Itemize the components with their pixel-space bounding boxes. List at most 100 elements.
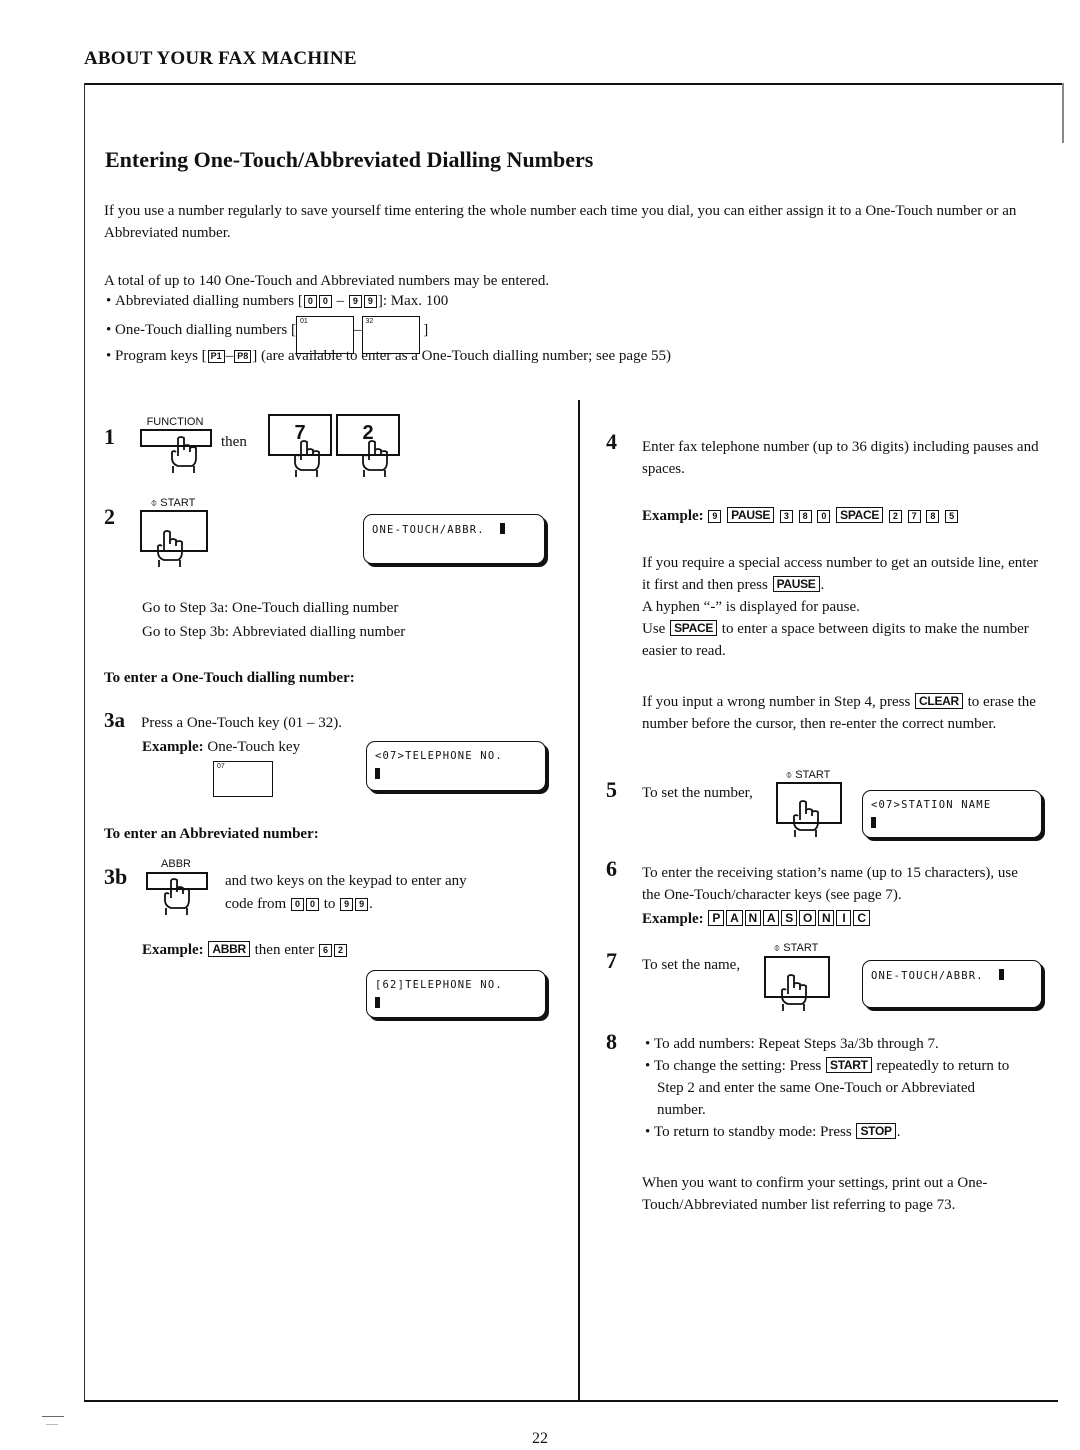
lcd-cursor [499,523,505,534]
step-4-example: Example: 9 PAUSE 3 8 0 SPACE 2 7 8 5 [642,505,959,527]
intro-paragraph: If you use a number regularly to save yo… [104,203,1017,241]
lcd-text: <07>TELEPHONE NO. [375,750,503,762]
onetouch-key-07[interactable]: 07 [213,761,273,797]
key-9: 9 [708,510,722,523]
key-c: C [853,910,870,926]
step-3a-text: Press a One-Touch key (01 – 32). [141,715,342,731]
key-2: 2 [888,510,902,523]
pressing-hand-icon [157,530,183,567]
lcd-text: [62]TELEPHONE NO. [375,979,503,991]
scan-artifact [42,1416,64,1417]
step-6-number: 6 [606,856,617,881]
step-3b-number: 3b [104,864,128,889]
pressing-hand-icon [793,800,819,837]
lcd-cursor [871,817,876,828]
key-clear: CLEAR [915,693,963,709]
pressing-hand-icon [171,436,197,473]
function-label: FUNCTION [146,416,204,428]
frame-top-border [84,83,1062,85]
key-a: A [726,910,743,926]
key-p: P [708,910,725,926]
bullet-program: • Program keys [P1– P8] (are available to… [106,348,671,364]
step-7-number: 7 [606,948,617,973]
key-s: S [781,910,797,926]
add-numbers-bullet: • To add numbers: Repeat Steps 3a/3b thr… [645,1036,939,1052]
key-0: 0 [318,295,332,308]
key-3: 3 [779,510,793,523]
pause-note: If you require a special access number t… [642,555,1039,659]
lcd-display: [62]TELEPHONE NO. [366,970,546,1018]
key-2: 2 [333,944,347,957]
step-3b-text: and two keys on the keypad to enter any [225,873,467,889]
step-3b-code-range: code from 00 to 99. [225,896,373,912]
key-pause: PAUSE [727,507,775,523]
bullet-dot: • [106,322,116,338]
key-space: SPACE [836,507,884,523]
frame-bottom-border [84,1400,1058,1402]
change-setting-bullet: • To change the setting: Press START rep… [645,1057,1010,1118]
key-6: 6 [318,944,332,957]
section-header: ABOUT YOUR FAX MACHINE [84,48,357,69]
then-text: then [221,434,247,450]
step-6-example: Example: PANASONIC [642,908,871,930]
step-7-text: To set the name, [642,957,741,973]
key-n: N [744,910,761,926]
lcd-display: <07>STATION NAME [862,790,1042,838]
page-title: Entering One-Touch/Abbreviated Dialling … [105,147,594,172]
step-5-number: 5 [606,777,617,802]
key-a: A [762,910,780,926]
bullet-dot: • [106,348,116,364]
bullet-dot: • [106,293,116,309]
page-number: 22 [532,1430,548,1447]
step-1-number: 1 [104,424,115,449]
lcd-display: ONE-TOUCH/ABBR. [862,960,1042,1008]
key-9: 9 [348,295,362,308]
key-abbr: ABBR [208,941,250,957]
key-5: 5 [945,510,959,523]
abbr-label: ABBR [161,858,191,870]
key-i: I [836,910,852,926]
step-4-text: Enter fax telephone number (up to 36 dig… [642,439,1039,477]
pressing-hand-icon [781,974,807,1011]
key-stop: STOP [856,1123,896,1139]
step-8-bullets: • To add numbers: Repeat Steps 3a/3b thr… [645,1033,1025,1143]
step-3b-example: Example: ABBR then enter 62 [142,939,348,961]
key-8: 8 [798,510,812,523]
key-9: 9 [340,898,354,911]
step-8-number: 8 [606,1029,617,1054]
lcd-display: ONE-TOUCH/ABBR. [363,514,545,564]
column-divider [578,400,580,1401]
key-pause: PAUSE [772,576,820,592]
key-p8: P8 [234,350,252,363]
start-label: ⌽ START [773,942,819,954]
key-o: O [798,910,817,926]
step-3a-example: Example: One-Touch key [142,739,301,755]
goto-step-3a: Go to Step 3a: One-Touch dialling number [142,600,399,616]
goto-step-3b: Go to Step 3b: Abbreviated dialling numb… [142,624,406,640]
start-label: ⌽ START [785,769,831,781]
frame-right-border [1062,83,1064,143]
key-8: 8 [926,510,940,523]
key-space: SPACE [670,620,718,636]
step-5-text: To set the number, [642,785,753,801]
key-start: START [826,1057,872,1073]
bullet-abbreviated: • Abbreviated dialling numbers [0 0 – 9 9]… [106,293,449,309]
frame-left-border [84,83,85,1401]
scan-artifact [46,1424,58,1425]
pressing-hand-icon [164,878,190,915]
key-0: 0 [290,898,304,911]
step-6-text: To enter the receiving station’s name (u… [642,865,1018,903]
key-n: N [818,910,835,926]
lcd-text: ONE-TOUCH/ABBR. [871,970,984,982]
key-0: 0 [817,510,831,523]
key-9: 9 [363,295,377,308]
step-2-number: 2 [104,504,115,529]
pressing-hand-icon [362,440,388,477]
hyphen-note: A hyphen “-” is displayed for pause. [642,599,860,615]
key-7: 7 [907,510,921,523]
onetouch-subheading: To enter a One-Touch dialling number: [104,670,355,686]
lcd-display: <07>TELEPHONE NO. [366,741,546,791]
lcd-text: ONE-TOUCH/ABBR. [372,524,485,536]
step-3a-number: 3a [104,708,125,732]
standby-bullet: • To return to standby mode: Press STOP. [645,1123,901,1140]
